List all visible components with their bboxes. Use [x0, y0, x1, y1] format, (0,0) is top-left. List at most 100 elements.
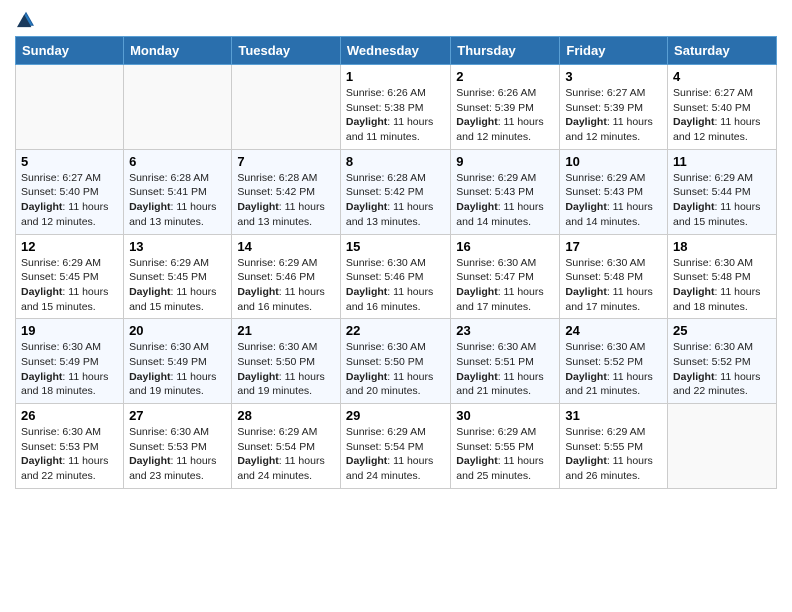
calendar-cell: 7Sunrise: 6:28 AMSunset: 5:42 PMDaylight… [232, 149, 341, 234]
daylight-label: Daylight [456, 455, 497, 467]
calendar-cell: 1 Sunrise: 6:26 AMSunset: 5:38 PMDaylight… [340, 65, 450, 150]
day-info: Sunrise: 6:27 AMSunset: 5:40 PMDaylight:… [21, 171, 118, 230]
calendar-cell: 2 Sunrise: 6:26 AMSunset: 5:39 PMDaylight… [451, 65, 560, 150]
calendar-cell: 31 Sunrise: 6:29 AMSunset: 5:55 PMDayligh… [560, 404, 668, 489]
daylight-label: Daylight [565, 286, 606, 298]
day-info: Sunrise: 6:30 AMSunset: 5:51 PMDaylight:… [456, 340, 554, 399]
day-info: Sunrise: 6:30 AMSunset: 5:46 PMDaylight:… [346, 256, 445, 315]
daylight-label: Daylight [673, 116, 714, 128]
day-number: 15 [346, 239, 445, 254]
logo [15, 10, 35, 28]
day-number: 19 [21, 323, 118, 338]
calendar-cell: 19Sunrise: 6:30 AMSunset: 5:49 PMDayligh… [16, 319, 124, 404]
daylight-label: Daylight [673, 286, 714, 298]
day-info: Sunrise: 6:29 AMSunset: 5:43 PMDaylight:… [565, 171, 662, 230]
daylight-label: Daylight [129, 371, 170, 383]
day-info: Sunrise: 6:29 AMSunset: 5:55 PMDaylight:… [565, 425, 662, 484]
calendar-cell: 25 Sunrise: 6:30 AMSunset: 5:52 PMDayligh… [668, 319, 777, 404]
daylight-label: Daylight [21, 455, 62, 467]
daylight-label: Daylight [673, 201, 714, 213]
day-number: 25 [673, 323, 771, 338]
calendar-cell: 24 Sunrise: 6:30 AMSunset: 5:52 PMDayligh… [560, 319, 668, 404]
day-info: Sunrise: 6:28 AMSunset: 5:41 PMDaylight:… [129, 171, 226, 230]
calendar-cell: 8Sunrise: 6:28 AMSunset: 5:42 PMDaylight… [340, 149, 450, 234]
calendar-cell: 17Sunrise: 6:30 AMSunset: 5:48 PMDayligh… [560, 234, 668, 319]
column-header-monday: Monday [124, 37, 232, 65]
column-header-wednesday: Wednesday [340, 37, 450, 65]
day-number: 9 [456, 154, 554, 169]
daylight-label: Daylight [565, 371, 606, 383]
calendar-cell: 23 Sunrise: 6:30 AMSunset: 5:51 PMDayligh… [451, 319, 560, 404]
day-number: 10 [565, 154, 662, 169]
day-number: 14 [237, 239, 335, 254]
daylight-label: Daylight [565, 201, 606, 213]
calendar-cell: 22Sunrise: 6:30 AMSunset: 5:50 PMDayligh… [340, 319, 450, 404]
calendar-week-row: 1 Sunrise: 6:26 AMSunset: 5:38 PMDaylight… [16, 65, 777, 150]
day-info: Sunrise: 6:29 AMSunset: 5:45 PMDaylight:… [129, 256, 226, 315]
calendar-cell: 13Sunrise: 6:29 AMSunset: 5:45 PMDayligh… [124, 234, 232, 319]
day-number: 30 [456, 408, 554, 423]
calendar-week-row: 19 Sunrise: 6:30 AMSunset: 5:49 PMDayligh… [16, 319, 777, 404]
day-info: Sunrise: 6:28 AMSunset: 5:42 PMDaylight:… [237, 171, 335, 230]
day-number: 23 [456, 323, 554, 338]
day-number: 2 [456, 69, 554, 84]
day-info: Sunrise: 6:30 AMSunset: 5:52 PMDaylight:… [673, 340, 771, 399]
calendar-cell: 16Sunrise: 6:30 AMSunset: 5:47 PMDayligh… [451, 234, 560, 319]
daylight-label: Daylight [565, 116, 606, 128]
day-info: Sunrise: 6:30 AMSunset: 5:48 PMDaylight:… [565, 256, 662, 315]
day-info: Sunrise: 6:30 AMSunset: 5:49 PMDaylight:… [129, 340, 226, 399]
day-info: Sunrise: 6:30 AMSunset: 5:52 PMDaylight:… [565, 340, 662, 399]
daylight-label: Daylight [129, 455, 170, 467]
page-header [15, 10, 777, 28]
daylight-label: Daylight [346, 116, 387, 128]
calendar-cell [124, 65, 232, 150]
calendar-cell: 29Sunrise: 6:29 AMSunset: 5:54 PMDayligh… [340, 404, 450, 489]
day-info: Sunrise: 6:30 AMSunset: 5:48 PMDaylight:… [673, 256, 771, 315]
daylight-label: Daylight [237, 455, 278, 467]
daylight-label: Daylight [237, 201, 278, 213]
column-header-sunday: Sunday [16, 37, 124, 65]
day-info: Sunrise: 6:29 AMSunset: 5:54 PMDaylight:… [237, 425, 335, 484]
daylight-label: Daylight [346, 201, 387, 213]
day-number: 29 [346, 408, 445, 423]
daylight-label: Daylight [129, 201, 170, 213]
calendar-cell: 3 Sunrise: 6:27 AMSunset: 5:39 PMDaylight… [560, 65, 668, 150]
day-number: 31 [565, 408, 662, 423]
day-info: Sunrise: 6:27 AMSunset: 5:40 PMDaylight:… [673, 86, 771, 145]
daylight-label: Daylight [346, 371, 387, 383]
daylight-label: Daylight [129, 286, 170, 298]
daylight-label: Daylight [565, 455, 606, 467]
day-info: Sunrise: 6:27 AMSunset: 5:39 PMDaylight:… [565, 86, 662, 145]
daylight-label: Daylight [456, 116, 497, 128]
column-header-tuesday: Tuesday [232, 37, 341, 65]
day-number: 16 [456, 239, 554, 254]
day-info: Sunrise: 6:29 AMSunset: 5:46 PMDaylight:… [237, 256, 335, 315]
day-number: 4 [673, 69, 771, 84]
column-header-saturday: Saturday [668, 37, 777, 65]
day-number: 1 [346, 69, 445, 84]
daylight-label: Daylight [21, 201, 62, 213]
day-info: Sunrise: 6:26 AMSunset: 5:39 PMDaylight:… [456, 86, 554, 145]
calendar-cell: 15 Sunrise: 6:30 AMSunset: 5:46 PMDayligh… [340, 234, 450, 319]
day-info: Sunrise: 6:29 AMSunset: 5:44 PMDaylight:… [673, 171, 771, 230]
calendar-cell: 6 Sunrise: 6:28 AMSunset: 5:41 PMDaylight… [124, 149, 232, 234]
daylight-label: Daylight [21, 286, 62, 298]
calendar-cell: 12Sunrise: 6:29 AMSunset: 5:45 PMDayligh… [16, 234, 124, 319]
day-number: 24 [565, 323, 662, 338]
day-number: 3 [565, 69, 662, 84]
day-number: 26 [21, 408, 118, 423]
calendar-week-row: 12Sunrise: 6:29 AMSunset: 5:45 PMDayligh… [16, 234, 777, 319]
day-number: 20 [129, 323, 226, 338]
daylight-label: Daylight [673, 371, 714, 383]
calendar-cell: 11Sunrise: 6:29 AMSunset: 5:44 PMDayligh… [668, 149, 777, 234]
calendar-cell: 5Sunrise: 6:27 AMSunset: 5:40 PMDaylight… [16, 149, 124, 234]
column-header-friday: Friday [560, 37, 668, 65]
day-number: 6 [129, 154, 226, 169]
calendar-cell: 18Sunrise: 6:30 AMSunset: 5:48 PMDayligh… [668, 234, 777, 319]
calendar-cell: 21Sunrise: 6:30 AMSunset: 5:50 PMDayligh… [232, 319, 341, 404]
day-info: Sunrise: 6:26 AMSunset: 5:38 PMDaylight:… [346, 86, 445, 145]
calendar-header-row: SundayMondayTuesdayWednesdayThursdayFrid… [16, 37, 777, 65]
daylight-label: Daylight [346, 286, 387, 298]
daylight-label: Daylight [456, 371, 497, 383]
daylight-label: Daylight [456, 201, 497, 213]
